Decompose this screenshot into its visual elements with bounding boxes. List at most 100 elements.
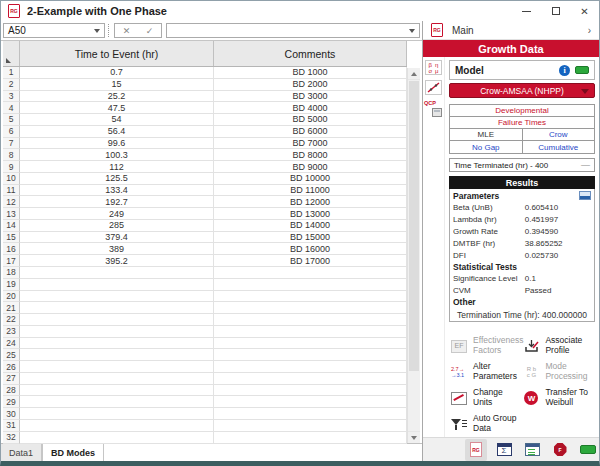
comment-cell[interactable]: BD 14000 <box>214 220 407 232</box>
row-number[interactable]: 3 <box>3 91 20 103</box>
row-number[interactable]: 30 <box>3 408 20 420</box>
cellref-dropdown-icon[interactable] <box>94 29 100 33</box>
comment-cell[interactable] <box>214 420 407 432</box>
time-cell[interactable]: 133.4 <box>20 185 214 197</box>
row-number[interactable]: 28 <box>3 385 20 397</box>
row-number[interactable]: 4 <box>3 102 20 114</box>
row-number[interactable]: 11 <box>3 185 20 197</box>
row-number[interactable]: 12 <box>3 196 20 208</box>
time-cell[interactable] <box>20 314 214 326</box>
column-header-time[interactable]: Time to Event (hr) <box>20 41 214 66</box>
detach-window-icon[interactable] <box>579 191 591 200</box>
cell-reference-box[interactable]: A50 <box>3 23 105 38</box>
comment-cell[interactable]: BD 2000 <box>214 79 407 91</box>
time-cell[interactable] <box>20 291 214 303</box>
time-cell[interactable]: 389 <box>20 243 214 255</box>
comment-cell[interactable]: BD 12000 <box>214 196 407 208</box>
time-cell[interactable]: 47.5 <box>20 102 214 114</box>
time-cell[interactable]: 395.2 <box>20 255 214 267</box>
growth-data-sheet-icon[interactable]: RG <box>465 439 487 461</box>
time-cell[interactable] <box>20 279 214 291</box>
row-number[interactable]: 26 <box>3 361 20 373</box>
time-cell[interactable] <box>20 408 214 420</box>
time-cell[interactable] <box>20 385 214 397</box>
action-auto-group-data[interactable]: Auto Group Data <box>451 412 523 436</box>
time-cell[interactable]: 285 <box>20 220 214 232</box>
comment-cell[interactable] <box>214 349 407 361</box>
row-number[interactable]: 27 <box>3 373 20 385</box>
comment-cell[interactable]: BD 13000 <box>214 208 407 220</box>
time-cell[interactable]: 99.6 <box>20 138 214 150</box>
comment-cell[interactable] <box>214 326 407 338</box>
setting-no-gap[interactable]: No Gap <box>450 141 522 153</box>
comment-cell[interactable]: BD 7000 <box>214 138 407 150</box>
column-header-comments[interactable]: Comments <box>214 41 407 66</box>
row-number[interactable]: 32 <box>3 432 20 444</box>
scroll-up-icon[interactable] <box>408 68 420 80</box>
time-cell[interactable]: 15 <box>20 79 214 91</box>
row-number[interactable]: 20 <box>3 291 20 303</box>
time-cell[interactable]: 379.4 <box>20 232 214 244</box>
sheet-tab-data1[interactable]: Data1 <box>1 444 42 461</box>
time-cell[interactable] <box>20 302 214 314</box>
row-number[interactable]: 2 <box>3 79 20 91</box>
row-number[interactable]: 21 <box>3 302 20 314</box>
comment-cell[interactable] <box>214 361 407 373</box>
comment-cell[interactable]: BD 1000 <box>214 67 407 79</box>
report-icon[interactable] <box>521 439 543 461</box>
time-cell[interactable]: 125.5 <box>20 173 214 185</box>
row-number[interactable]: 31 <box>3 420 20 432</box>
action-associate-profile[interactable]: Associate Profile <box>523 334 595 358</box>
chevron-right-icon[interactable]: › <box>588 25 591 36</box>
comment-cell[interactable]: BD 10000 <box>214 173 407 185</box>
comment-cell[interactable] <box>214 396 407 408</box>
action-change-units[interactable]: Change Units <box>451 386 523 410</box>
row-number[interactable]: 5 <box>3 114 20 126</box>
formula-dropdown-icon[interactable] <box>409 29 415 33</box>
row-number[interactable]: 14 <box>3 220 20 232</box>
comment-cell[interactable]: BD 15000 <box>214 232 407 244</box>
row-number[interactable]: 29 <box>3 396 20 408</box>
time-cell[interactable]: 112 <box>20 161 214 173</box>
plot-icon[interactable] <box>425 80 442 95</box>
folio-icon[interactable]: Σ <box>493 439 515 461</box>
formula-input[interactable] <box>166 23 420 38</box>
row-number[interactable]: 10 <box>3 173 20 185</box>
comment-cell[interactable]: BD 9000 <box>214 161 407 173</box>
model-select-button[interactable]: Crow-AMSAA (NHPP) <box>449 83 595 98</box>
row-number[interactable]: 17 <box>3 255 20 267</box>
time-cell[interactable] <box>20 432 214 444</box>
row-number[interactable]: 23 <box>3 326 20 338</box>
confirm-entry-button[interactable]: ✓ <box>138 26 161 36</box>
setting-failure-times[interactable]: Failure Times <box>450 117 594 128</box>
action-alter-parameters[interactable]: 2.7→→3.1Alter Parameters <box>451 360 523 384</box>
time-cell[interactable] <box>20 267 214 279</box>
comment-cell[interactable]: BD 8000 <box>214 149 407 161</box>
scrollbar-thumb[interactable] <box>409 81 419 371</box>
row-number[interactable]: 22 <box>3 314 20 326</box>
row-number[interactable]: 13 <box>3 208 20 220</box>
maximize-button[interactable] <box>541 1 570 21</box>
row-number[interactable]: 9 <box>3 161 20 173</box>
time-cell[interactable] <box>20 326 214 338</box>
setting-mle[interactable]: MLE <box>450 129 522 140</box>
comment-cell[interactable] <box>214 373 407 385</box>
select-all-corner[interactable] <box>3 41 20 66</box>
comment-cell[interactable] <box>214 302 407 314</box>
qcp-icon[interactable]: QCP <box>424 100 443 117</box>
fmra-icon[interactable]: F <box>549 439 571 461</box>
time-cell[interactable] <box>20 349 214 361</box>
comment-cell[interactable]: BD 5000 <box>214 114 407 126</box>
time-cell[interactable]: 249 <box>20 208 214 220</box>
time-cell[interactable] <box>20 373 214 385</box>
row-number[interactable]: 8 <box>3 149 20 161</box>
comment-cell[interactable]: BD 4000 <box>214 102 407 114</box>
time-cell[interactable] <box>20 420 214 432</box>
time-cell[interactable]: 56.4 <box>20 126 214 138</box>
row-number[interactable]: 7 <box>3 138 20 150</box>
action-transfer-weibull[interactable]: WTransfer To Weibull <box>523 386 595 410</box>
minimize-button[interactable] <box>512 1 541 21</box>
comment-cell[interactable]: BD 6000 <box>214 126 407 138</box>
row-number[interactable]: 15 <box>3 232 20 244</box>
collapse-icon[interactable]: — <box>581 160 590 170</box>
